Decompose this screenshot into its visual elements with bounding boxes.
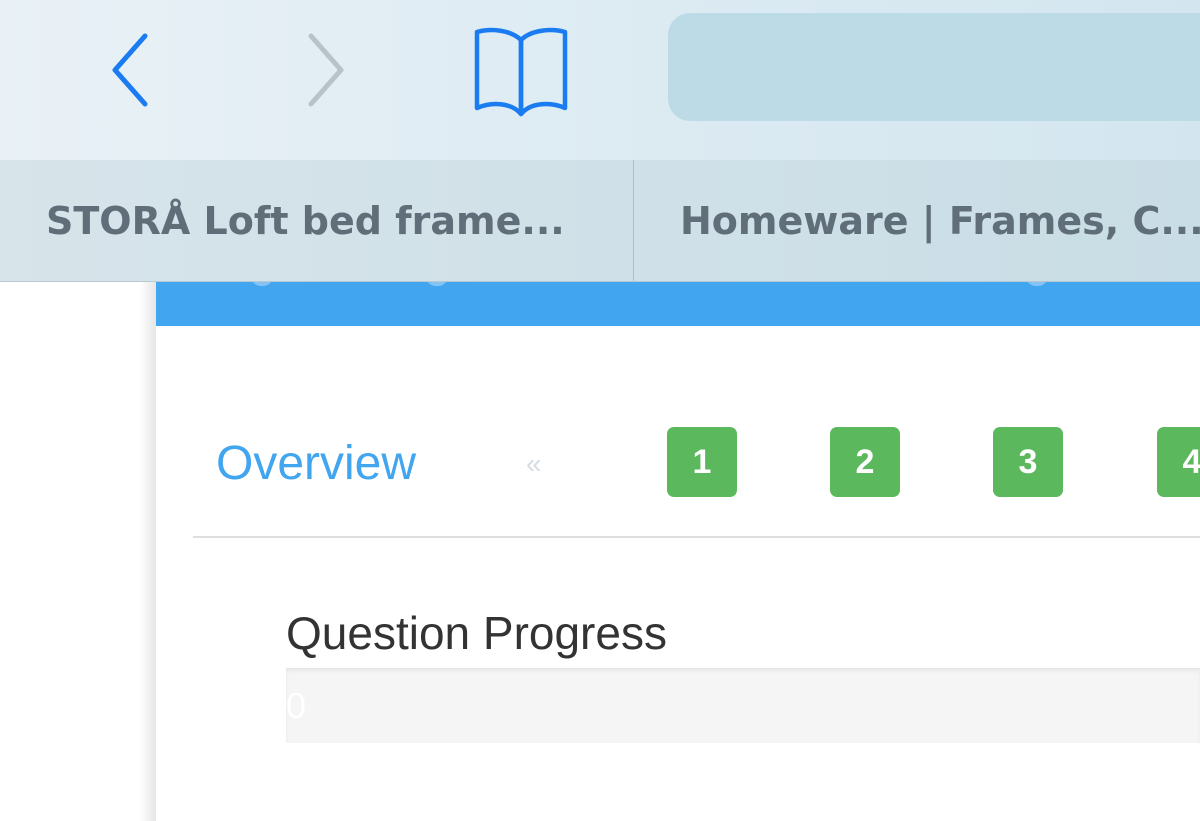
- question-3-button[interactable]: 3: [993, 427, 1063, 497]
- page-content: Overview « 1 2 3 4 Question Progress 0: [0, 282, 1200, 821]
- question-2-button[interactable]: 2: [830, 427, 900, 497]
- previous-page-link[interactable]: «: [526, 448, 542, 480]
- left-gutter: [0, 282, 156, 821]
- question-4-button[interactable]: 4: [1157, 427, 1200, 497]
- tab-homeware-frames[interactable]: Homeware | Frames, C...: [680, 160, 1200, 281]
- forward-button[interactable]: [296, 30, 356, 110]
- panel-shadow: [140, 282, 156, 821]
- progress-bar: 0: [286, 668, 1200, 743]
- chevron-right-icon: [308, 33, 344, 107]
- tab-divider: [633, 160, 634, 281]
- progress-title: Question Progress: [286, 607, 667, 659]
- tab-label: STORÅ Loft bed frame...: [46, 198, 565, 243]
- header-text-fragment: [426, 282, 448, 286]
- browser-toolbar: [0, 0, 1200, 160]
- tab-stora-loft-bed[interactable]: STORÅ Loft bed frame...: [46, 160, 626, 281]
- bookmarks-button[interactable]: [466, 20, 576, 120]
- tab-label: Homeware | Frames, C...: [680, 198, 1200, 243]
- header-text-fragment: [251, 282, 273, 286]
- back-button[interactable]: [100, 30, 160, 110]
- overview-link[interactable]: Overview: [216, 436, 416, 491]
- address-bar[interactable]: [668, 13, 1200, 121]
- tab-bar: STORÅ Loft bed frame... Homeware | Frame…: [0, 160, 1200, 282]
- section-divider: [193, 536, 1200, 538]
- question-1-button[interactable]: 1: [667, 427, 737, 497]
- open-book-icon: [474, 27, 568, 117]
- panel-header: [156, 282, 1200, 326]
- chevron-left-icon: [112, 33, 148, 107]
- header-text-fragment: [1026, 282, 1048, 286]
- progress-value: 0: [286, 685, 307, 726]
- quiz-panel: Overview « 1 2 3 4 Question Progress 0: [156, 282, 1200, 821]
